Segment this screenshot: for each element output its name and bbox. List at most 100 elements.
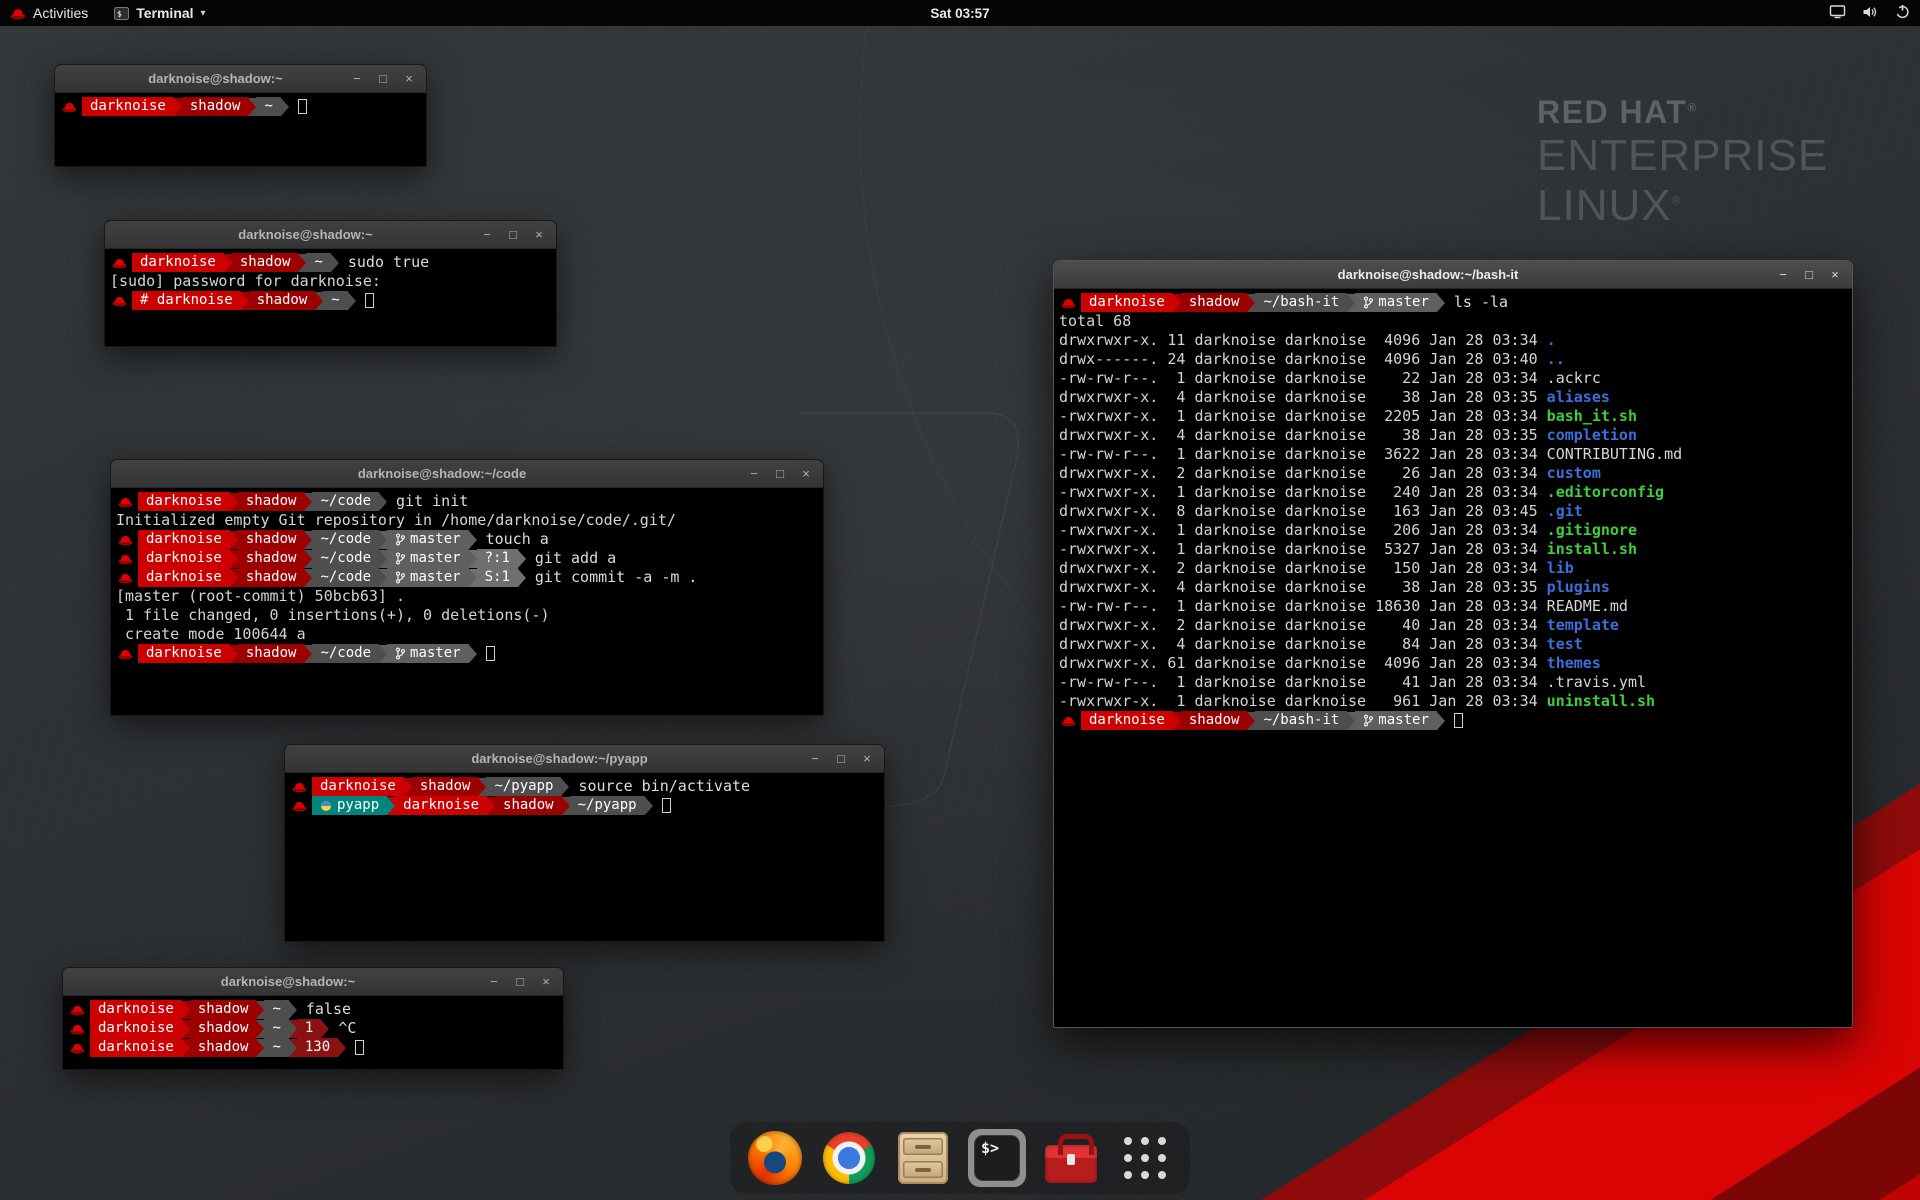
terminal-line: 1 file changed, 0 insertions(+), 0 delet… — [116, 606, 818, 625]
dock-chrome-icon[interactable] — [820, 1129, 878, 1187]
powerline-arrow — [561, 778, 569, 796]
maximize-button[interactable]: □ — [506, 221, 520, 249]
minimize-button[interactable]: − — [747, 460, 761, 488]
powerline-arrow — [1247, 712, 1255, 730]
dock-firefox-icon[interactable] — [746, 1129, 804, 1187]
maximize-button[interactable]: □ — [773, 460, 787, 488]
prompt-segment: shadow — [238, 568, 305, 587]
maximize-button[interactable]: □ — [513, 968, 527, 996]
close-button[interactable]: × — [532, 221, 546, 249]
redhat-fedora-icon — [118, 534, 133, 546]
powerline-arrow — [230, 531, 238, 549]
dock-files-icon[interactable] — [894, 1129, 952, 1187]
file-name: bash_it.sh — [1547, 407, 1637, 425]
prompt-segment: shadow — [190, 1000, 257, 1019]
terminal-line: drwxrwxr-x. 4 darknoise darknoise 38 Jan… — [1059, 426, 1847, 445]
gnome-top-bar: Activities $ Terminal ▾ Sat 03:57 — [0, 0, 1920, 26]
close-button[interactable]: × — [539, 968, 553, 996]
terminal-window[interactable]: darknoise@shadow:~ − □ × darknoiseshadow… — [54, 64, 427, 167]
prompt-segment: darknoise — [395, 796, 487, 815]
app-menu-terminal[interactable]: $ Terminal ▾ — [114, 5, 205, 21]
terminal-line: darknoiseshadow~/codemasterS:1git commit… — [116, 568, 818, 587]
prompt-segment: shadow — [190, 1019, 257, 1038]
powerline-arrow — [256, 1020, 264, 1038]
dock-show-applications[interactable] — [1116, 1129, 1174, 1187]
terminal-line: darknoiseshadow~/codemaster — [116, 644, 818, 663]
prompt-segment: master — [1355, 711, 1437, 730]
maximize-button[interactable]: □ — [376, 65, 390, 93]
display-icon[interactable] — [1829, 4, 1846, 22]
close-button[interactable]: × — [402, 65, 416, 93]
powerline-arrow — [1173, 294, 1181, 312]
terminal-line: darknoiseshadow~/codemaster?:1git add a — [116, 549, 818, 568]
dock-terminal-icon[interactable]: $> — [968, 1129, 1026, 1187]
prompt-segment: master — [387, 549, 469, 568]
clock[interactable]: Sat 03:57 — [0, 6, 1920, 21]
terminal-content[interactable]: darknoiseshadow~/bash-itmasterls -latota… — [1054, 289, 1852, 1027]
powerline-arrow — [487, 797, 495, 815]
prompt-segment: ~ — [323, 291, 347, 310]
command-text: ls -la — [1454, 293, 1508, 312]
terminal-content[interactable]: darknoiseshadow~falsedarknoiseshadow~1^C… — [63, 996, 563, 1069]
file-name: install.sh — [1547, 540, 1637, 558]
git-branch-icon — [395, 571, 405, 584]
registered-mark: ® — [1687, 100, 1697, 114]
terminal-window[interactable]: darknoise@shadow:~/code − □ × darknoises… — [110, 459, 824, 716]
powerline-arrow — [1247, 294, 1255, 312]
prompt-segment: darknoise — [138, 644, 230, 663]
dash-dock: $> — [730, 1122, 1190, 1194]
minimize-button[interactable]: − — [487, 968, 501, 996]
window-titlebar[interactable]: darknoise@shadow:~/pyapp − □ × — [285, 745, 884, 773]
window-title: darknoise@shadow:~ — [95, 71, 336, 86]
minimize-button[interactable]: − — [808, 745, 822, 773]
window-titlebar[interactable]: darknoise@shadow:~/bash-it − □ × — [1054, 261, 1852, 289]
terminal-window[interactable]: darknoise@shadow:~/pyapp − □ × darknoise… — [284, 744, 885, 942]
file-name: aliases — [1547, 388, 1610, 406]
close-button[interactable]: × — [799, 460, 813, 488]
redhat-fedora-icon — [118, 572, 133, 584]
powerline-arrow — [256, 1039, 264, 1057]
powerline-arrow — [289, 1001, 297, 1019]
window-titlebar[interactable]: darknoise@shadow:~ − □ × — [63, 968, 563, 996]
powerline-arrow — [321, 1020, 329, 1038]
terminal-content[interactable]: darknoiseshadow~/codegit initInitialized… — [111, 488, 823, 715]
prompt-segment: shadow — [232, 253, 299, 272]
maximize-button[interactable]: □ — [1802, 261, 1816, 289]
prompt-segment: S:1 — [477, 568, 518, 587]
terminal-line: create mode 100644 a — [116, 625, 818, 644]
redhat-fedora-icon — [112, 295, 127, 307]
maximize-button[interactable]: □ — [834, 745, 848, 773]
volume-icon[interactable] — [1862, 5, 1879, 22]
terminal-content[interactable]: darknoiseshadow~/pyappsource bin/activat… — [285, 773, 884, 941]
close-button[interactable]: × — [860, 745, 874, 773]
powerline-arrow — [298, 254, 306, 272]
activities-button[interactable]: Activities — [10, 5, 88, 21]
prompt-segment: ~ — [256, 97, 280, 116]
terminal-content[interactable]: darknoiseshadow~sudo true[sudo] password… — [105, 249, 556, 346]
minimize-button[interactable]: − — [350, 65, 364, 93]
terminal-window-focused[interactable]: darknoise@shadow:~/bash-it − □ × darknoi… — [1053, 260, 1853, 1028]
minimize-button[interactable]: − — [480, 221, 494, 249]
terminal-cursor — [662, 798, 671, 813]
close-button[interactable]: × — [1828, 261, 1842, 289]
prompt-segment: master — [387, 530, 469, 549]
git-branch-icon — [395, 552, 405, 565]
terminal-app-icon: $ — [114, 7, 129, 20]
prompt-segment: darknoise — [1081, 711, 1173, 730]
terminal-window[interactable]: darknoise@shadow:~ − □ × darknoiseshadow… — [104, 220, 557, 347]
window-titlebar[interactable]: darknoise@shadow:~ − □ × — [105, 221, 556, 249]
powerline-arrow — [469, 569, 477, 587]
brand-redhat: RED HAT — [1537, 94, 1687, 130]
powerline-arrow — [331, 254, 339, 272]
terminal-content[interactable]: darknoiseshadow~ — [55, 93, 426, 166]
dock-toolbox-icon[interactable] — [1042, 1129, 1100, 1187]
power-icon[interactable] — [1895, 4, 1910, 22]
terminal-window[interactable]: darknoise@shadow:~ − □ × darknoiseshadow… — [62, 967, 564, 1070]
terminal-line: -rwxrwxr-x. 1 darknoise darknoise 240 Ja… — [1059, 483, 1847, 502]
redhat-fedora-icon — [1061, 297, 1076, 309]
svg-text:$: $ — [117, 9, 122, 18]
window-titlebar[interactable]: darknoise@shadow:~/code − □ × — [111, 460, 823, 488]
minimize-button[interactable]: − — [1776, 261, 1790, 289]
window-titlebar[interactable]: darknoise@shadow:~ − □ × — [55, 65, 426, 93]
terminal-line: drwxrwxr-x. 61 darknoise darknoise 4096 … — [1059, 654, 1847, 673]
